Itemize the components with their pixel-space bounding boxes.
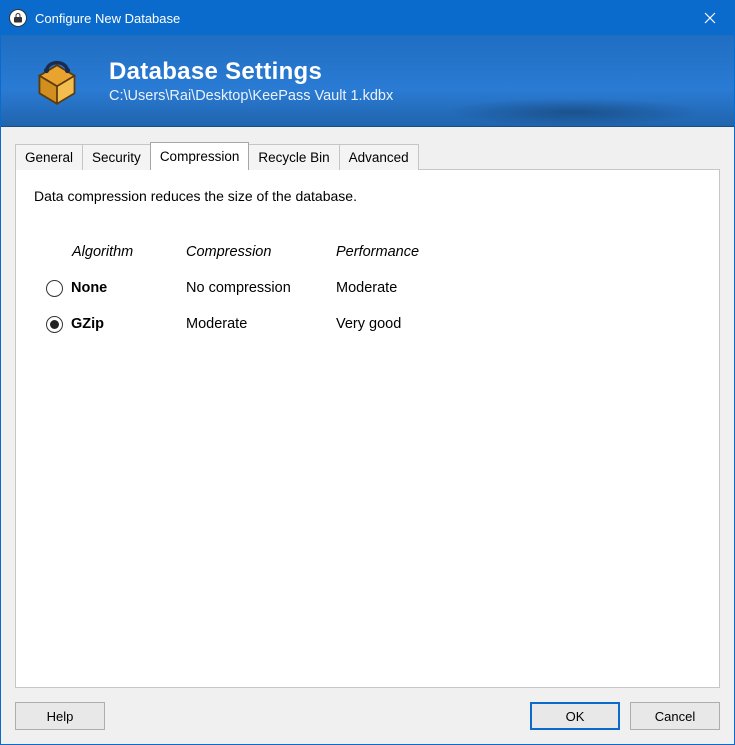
radio-none-label: None xyxy=(71,280,107,296)
cell-gzip-compression: Moderate xyxy=(186,316,336,332)
cancel-button[interactable]: Cancel xyxy=(630,702,720,730)
tab-pane-compression: Data compression reduces the size of the… xyxy=(15,169,720,688)
cell-none-compression: No compression xyxy=(186,280,336,296)
banner-shadow xyxy=(444,98,704,126)
radio-none[interactable]: None xyxy=(46,280,186,297)
tab-bar: General Security Compression Recycle Bin… xyxy=(15,141,720,169)
radio-gzip-label: GZip xyxy=(71,316,104,332)
table-header-row: Algorithm Compression Performance xyxy=(46,234,701,270)
compression-description: Data compression reduces the size of the… xyxy=(34,188,701,204)
app-lock-icon xyxy=(9,9,27,27)
banner-subtitle: C:\Users\Rai\Desktop\KeePass Vault 1.kdb… xyxy=(109,88,393,104)
cell-gzip-performance: Very good xyxy=(336,316,516,332)
help-button[interactable]: Help xyxy=(15,702,105,730)
close-button[interactable] xyxy=(686,1,734,35)
tab-recycle-bin[interactable]: Recycle Bin xyxy=(248,144,339,170)
header-algorithm: Algorithm xyxy=(46,244,186,260)
ok-button[interactable]: OK xyxy=(530,702,620,730)
banner: Database Settings C:\Users\Rai\Desktop\K… xyxy=(1,35,734,127)
radio-icon xyxy=(46,280,63,297)
tab-compression[interactable]: Compression xyxy=(150,142,250,170)
radio-gzip[interactable]: GZip xyxy=(46,316,186,333)
tab-general[interactable]: General xyxy=(15,144,83,170)
cell-none-performance: Moderate xyxy=(336,280,516,296)
radio-icon xyxy=(46,316,63,333)
banner-title: Database Settings xyxy=(109,58,393,86)
tab-advanced[interactable]: Advanced xyxy=(339,144,419,170)
header-performance: Performance xyxy=(336,244,516,260)
table-row: GZip Moderate Very good xyxy=(46,306,701,342)
database-box-icon xyxy=(29,53,85,109)
table-row: None No compression Moderate xyxy=(46,270,701,306)
header-compression: Compression xyxy=(186,244,336,260)
window-title: Configure New Database xyxy=(35,11,686,26)
tab-security[interactable]: Security xyxy=(82,144,151,170)
dialog-footer: Help OK Cancel xyxy=(1,688,734,744)
compression-table: Algorithm Compression Performance None N… xyxy=(46,234,701,342)
titlebar: Configure New Database xyxy=(1,1,734,35)
